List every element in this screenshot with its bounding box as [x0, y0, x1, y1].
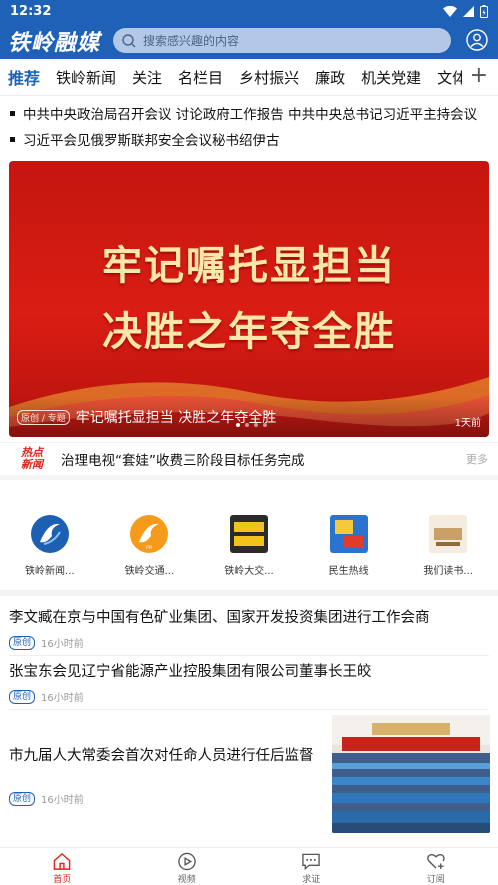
video-icon — [178, 852, 196, 871]
category-tabs: 推荐 铁岭新闻 关注 名栏目 乡村振兴 廉政 机关党建 文体旅 + — [0, 59, 498, 96]
news-item[interactable]: 李文臧在京与中国有色矿业集团、国家开发投资集团进行工作会商 原创 16小时前 — [0, 606, 498, 650]
subscribe-heart-icon — [426, 853, 445, 870]
add-tab-icon[interactable]: + — [470, 65, 488, 87]
carousel-indicator — [236, 423, 267, 427]
carousel-dot — [236, 423, 240, 427]
tab-list: 推荐 铁岭新闻 关注 名栏目 乡村振兴 廉政 机关党建 文体旅 — [0, 65, 462, 89]
grid-label: 民生热线 — [328, 566, 369, 577]
banner-time: 1天前 — [454, 418, 481, 429]
nav-label: 订阅 — [426, 875, 445, 885]
wifi-icon — [443, 5, 457, 17]
news-meta-row: 原创 16小时前 — [0, 783, 320, 806]
grid-item-tieling-traffic[interactable]: FM 铁岭交通... — [100, 500, 200, 590]
tab-rural-revitalization[interactable]: 乡村振兴 — [231, 67, 307, 88]
tab-follow[interactable]: 关注 — [124, 67, 170, 88]
meeting-photo — [332, 715, 490, 833]
svg-text:FM: FM — [147, 545, 153, 550]
banner-headline-1: 牢记嘱托显担当 — [102, 242, 396, 289]
news-thumbnail[interactable] — [332, 715, 490, 833]
news-title: 李文臧在京与中国有色矿业集团、国家开发投资集团进行工作会商 — [9, 610, 430, 626]
hot-news-title: 治理电视“套娃”收费三阶段目标任务完成 — [61, 453, 305, 469]
tab-party-building[interactable]: 机关党建 — [353, 67, 429, 88]
nav-label: 视频 — [177, 875, 196, 885]
news-time: 16小时前 — [41, 795, 84, 806]
bullet-icon — [10, 136, 15, 142]
status-icons — [443, 4, 488, 18]
carousel-dot — [245, 423, 249, 427]
banner-tag: 原创 / 专题 — [17, 409, 70, 425]
tieling-traffic-radio-icon: FM — [130, 515, 169, 553]
nav-home[interactable]: 首页 — [0, 848, 125, 885]
grid-item-livelihood-hotline[interactable]: 民生热线 — [299, 500, 399, 590]
hot-news-more-link[interactable]: 更多 — [466, 451, 488, 467]
banner-caption: 原创 / 专题 牢记嘱托显担当 决胜之年夺全胜 1天前 — [9, 397, 489, 437]
carousel-dot — [263, 423, 267, 427]
nav-video[interactable]: 视频 — [125, 848, 250, 885]
tab-recommend[interactable]: 推荐 — [0, 65, 48, 89]
status-bar: 12:32 — [0, 0, 498, 22]
headline-item[interactable]: 习近平会见俄罗斯联邦安全会议秘书绍伊古 — [0, 126, 498, 152]
hot-badge-bottom: 新闻 — [21, 458, 43, 471]
news-time: 16小时前 — [41, 639, 84, 650]
signal-icon — [463, 5, 474, 17]
chat-icon — [302, 853, 320, 871]
livelihood-hotline-icon — [329, 515, 368, 553]
battery-icon — [480, 4, 488, 18]
grid-label: 铁岭交通... — [124, 566, 175, 577]
headline-text: 中共中央政治局召开会议 讨论政府工作报告 中共中央总书记习近平主持会议 — [23, 107, 478, 123]
headline-text: 习近平会见俄罗斯联邦安全会议秘书绍伊古 — [23, 133, 280, 149]
original-tag: 原创 — [9, 689, 36, 704]
news-title: 张宝东会见辽宁省能源产业控股集团有限公司董事长王皎 — [9, 664, 372, 680]
news-meta: 原创 16小时前 — [9, 689, 498, 704]
tab-tieling-news[interactable]: 铁岭新闻 — [48, 67, 124, 88]
headline-item[interactable]: 中共中央政治局召开会议 讨论政府工作报告 中共中央总书记习近平主持会议 — [0, 100, 498, 126]
grid-label: 铁岭新闻... — [25, 566, 75, 577]
news-item[interactable]: 张宝东会见辽宁省能源产业控股集团有限公司董事长王皎 原创 16小时前 — [0, 660, 498, 704]
search-input[interactable] — [143, 33, 423, 48]
carousel-dot — [254, 423, 258, 427]
hot-news-bar[interactable]: 热点 新闻 治理电视“套娃”收费三阶段目标任务完成 更多 — [0, 442, 498, 480]
grid-item-tieling-big-traffic[interactable]: 铁岭大交... — [199, 500, 299, 590]
nav-verify[interactable]: 求证 — [249, 848, 374, 885]
grid-item-tieling-news[interactable]: 铁岭新闻... — [0, 500, 100, 590]
home-icon — [53, 852, 71, 870]
status-time: 12:32 — [10, 3, 52, 19]
service-grid: 铁岭新闻... FM 铁岭交通... 铁岭大交... 民生热线 我们读书... — [0, 500, 498, 596]
original-tag: 原创 — [9, 791, 36, 806]
reading-icon — [429, 515, 468, 553]
tieling-news-icon — [30, 515, 69, 553]
news-time: 16小时前 — [41, 693, 84, 704]
divider — [9, 709, 489, 710]
tab-culture-sports-tourism[interactable]: 文体旅 — [429, 67, 462, 88]
bottom-navigation: 首页 视频 求证 订阅 — [0, 847, 498, 885]
tab-columns[interactable]: 名栏目 — [170, 67, 231, 88]
banner-headline-2: 决胜之年夺全胜 — [102, 308, 396, 355]
divider — [9, 655, 489, 656]
top-headlines: 中共中央政治局召开会议 讨论政府工作报告 中共中央总书记习近平主持会议 习近平会… — [0, 100, 498, 152]
grid-label: 铁岭大交... — [224, 566, 274, 577]
tab-clean-government[interactable]: 廉政 — [307, 67, 353, 88]
user-profile-icon[interactable] — [466, 29, 488, 51]
search-bar[interactable] — [113, 28, 451, 53]
tieling-big-traffic-icon — [229, 515, 268, 553]
bullet-icon — [10, 110, 15, 116]
search-icon — [122, 33, 136, 47]
news-meta: 原创 16小时前 — [9, 791, 320, 806]
grid-item-reading[interactable]: 我们读书... — [398, 500, 498, 590]
hot-news-badge: 热点 新闻 — [17, 447, 47, 471]
news-title: 市九届人大常委会首次对任命人员进行任后监督 — [9, 748, 314, 764]
app-logo: 铁岭融媒 — [7, 29, 100, 56]
featured-banner[interactable]: 牢记嘱托显担当 决胜之年夺全胜 原创 / 专题 牢记嘱托显担当 决胜之年夺全胜 … — [9, 161, 489, 437]
news-meta: 原创 16小时前 — [9, 635, 498, 650]
original-tag: 原创 — [9, 635, 36, 650]
grid-label: 我们读书... — [423, 566, 473, 577]
nav-label: 首页 — [53, 875, 72, 885]
nav-subscribe[interactable]: 订阅 — [374, 848, 498, 885]
nav-label: 求证 — [302, 875, 321, 885]
app-header: 铁岭融媒 — [0, 22, 498, 59]
news-item[interactable]: 市九届人大常委会首次对任命人员进行任后监督 — [0, 744, 320, 765]
